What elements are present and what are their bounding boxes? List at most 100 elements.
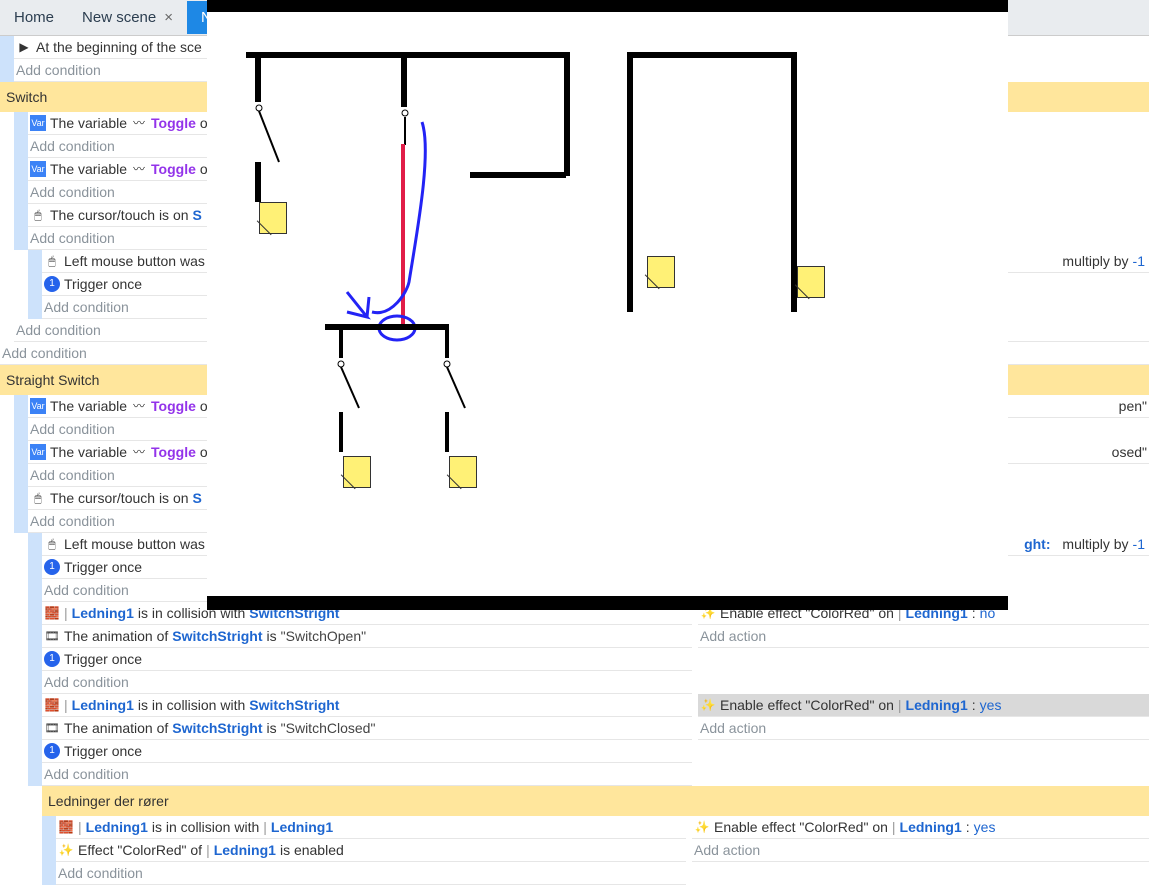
txt: Trigger once xyxy=(64,556,142,578)
c: : xyxy=(972,694,976,716)
preview-canvas[interactable] xyxy=(207,12,1008,596)
txt: osed" xyxy=(1112,441,1147,463)
txt: The variable xyxy=(50,441,127,463)
tab-home[interactable]: Home xyxy=(0,1,68,34)
cond-trigger-once-4[interactable]: 1 Trigger once xyxy=(42,740,692,763)
txt: The variable xyxy=(50,112,127,134)
is: is xyxy=(267,717,277,739)
txt: pen" xyxy=(1119,395,1147,417)
var-icon: Var xyxy=(30,398,46,414)
act-enable-yes-2[interactable]: ✨ Enable effect "ColorRed" on | Ledning1… xyxy=(692,816,1149,839)
add-condition[interactable]: Add condition xyxy=(42,763,692,786)
one-icon: 1 xyxy=(44,743,60,759)
film-icon: 🎞 xyxy=(44,628,60,644)
txt: is in collision with xyxy=(138,694,245,716)
obj2: Ledning1 xyxy=(271,816,333,838)
var-name: Toggle xyxy=(151,441,196,463)
val: yes xyxy=(974,816,996,838)
var-name: Toggle xyxy=(151,112,196,134)
cursor-icon: 🖱 xyxy=(30,490,46,506)
obj1: Ledning1 xyxy=(72,602,134,624)
val: yes xyxy=(980,694,1002,716)
cond-collision-closed[interactable]: 🧱 | Ledning1 is in collision with Switch… xyxy=(42,694,692,717)
var-name: Toggle xyxy=(151,158,196,180)
tab-scene1[interactable]: New scene × xyxy=(68,1,187,34)
cond-effect-enabled[interactable]: ✨ Effect "ColorRed" of | Ledning1 is ena… xyxy=(56,839,686,862)
val: "SwitchOpen" xyxy=(281,625,366,647)
obj2: SwitchStright xyxy=(249,694,339,716)
obj: Ledning1 xyxy=(900,816,962,838)
txt: The variable xyxy=(50,158,127,180)
var-name: Toggle xyxy=(151,395,196,417)
cond-trigger-once-3[interactable]: 1 Trigger once xyxy=(42,648,692,671)
txt: The animation of xyxy=(64,717,168,739)
num: -1 xyxy=(1133,250,1145,272)
effect-icon: ✨ xyxy=(58,842,74,858)
txt: Effect "ColorRed" of xyxy=(78,839,202,861)
cond-anim-open[interactable]: 🎞 The animation of SwitchStright is "Swi… xyxy=(42,625,692,648)
obj1: Ledning1 xyxy=(72,694,134,716)
cond-ledning-collision[interactable]: 🧱 | Ledning1 is in collision with | Ledn… xyxy=(56,816,686,839)
num: -1 xyxy=(1133,533,1145,555)
obj: SwitchStright xyxy=(172,625,262,647)
add-action[interactable]: Add action xyxy=(698,625,1149,648)
txt: Trigger once xyxy=(64,648,142,670)
txt: The animation of xyxy=(64,625,168,647)
bracket-icon: 〰 xyxy=(131,115,147,131)
txt: The cursor/touch is on xyxy=(50,487,189,509)
is: is xyxy=(267,625,277,647)
bracket-icon: 〰 xyxy=(131,444,147,460)
collision-icon: 🧱 xyxy=(44,697,60,713)
one-icon: 1 xyxy=(44,651,60,667)
txt: Enable effect "ColorRed" on xyxy=(720,694,894,716)
add-action[interactable]: Add action xyxy=(692,839,1149,862)
c: : xyxy=(966,816,970,838)
var-icon: Var xyxy=(30,161,46,177)
obj: S xyxy=(193,204,202,226)
mouse-icon: 🖱 xyxy=(44,536,60,552)
one-icon: 1 xyxy=(44,559,60,575)
val: "SwitchClosed" xyxy=(281,717,376,739)
bracket-icon: 〰 xyxy=(131,398,147,414)
obj: S xyxy=(193,487,202,509)
game-preview-window xyxy=(207,0,1008,610)
one-icon: 1 xyxy=(44,276,60,292)
txt: is in collision with xyxy=(152,816,259,838)
collision-icon: 🧱 xyxy=(44,605,60,621)
txt: Trigger once xyxy=(64,740,142,762)
txt: The variable xyxy=(50,395,127,417)
obj: SwitchStright xyxy=(172,717,262,739)
act-enable-yes[interactable]: ✨ Enable effect "ColorRed" on | Ledning1… xyxy=(698,694,1149,717)
obj: Ledning1 xyxy=(214,839,276,861)
tab-scene1-label: New scene xyxy=(82,9,156,26)
close-icon[interactable]: × xyxy=(164,9,173,26)
txt: Left mouse button was xyxy=(64,533,205,555)
cond-text: At the beginning of the sce xyxy=(36,36,202,58)
collision-icon: 🧱 xyxy=(58,819,74,835)
obj: Ledning1 xyxy=(906,694,968,716)
effect-icon: ✨ xyxy=(694,819,710,835)
play-icon: ▶ xyxy=(16,39,32,55)
txt2: is enabled xyxy=(280,839,344,861)
cursor-icon: 🖱 xyxy=(30,207,46,223)
film-icon: 🎞 xyxy=(44,720,60,736)
add-action[interactable]: Add action xyxy=(698,717,1149,740)
txt: Trigger once xyxy=(64,273,142,295)
txt: multiply by xyxy=(1062,533,1128,555)
var-icon: Var xyxy=(30,115,46,131)
switch-icon xyxy=(437,358,477,418)
mouse-icon: 🖱 xyxy=(44,253,60,269)
txt: Enable effect "ColorRed" on xyxy=(714,816,888,838)
group-ledninger[interactable]: Ledninger der rører xyxy=(42,786,1149,816)
txt: The cursor/touch is on xyxy=(50,204,189,226)
add-condition[interactable]: Add condition xyxy=(56,862,686,885)
ght: ght: xyxy=(1024,533,1050,555)
txt: multiply by xyxy=(1062,250,1128,272)
obj1: Ledning1 xyxy=(86,816,148,838)
var-icon: Var xyxy=(30,444,46,460)
txt: Left mouse button was xyxy=(64,250,205,272)
add-condition[interactable]: Add condition xyxy=(42,671,692,694)
annotation-arrow-icon xyxy=(337,112,457,342)
effect-icon: ✨ xyxy=(700,697,716,713)
cond-anim-closed[interactable]: 🎞 The animation of SwitchStright is "Swi… xyxy=(42,717,692,740)
